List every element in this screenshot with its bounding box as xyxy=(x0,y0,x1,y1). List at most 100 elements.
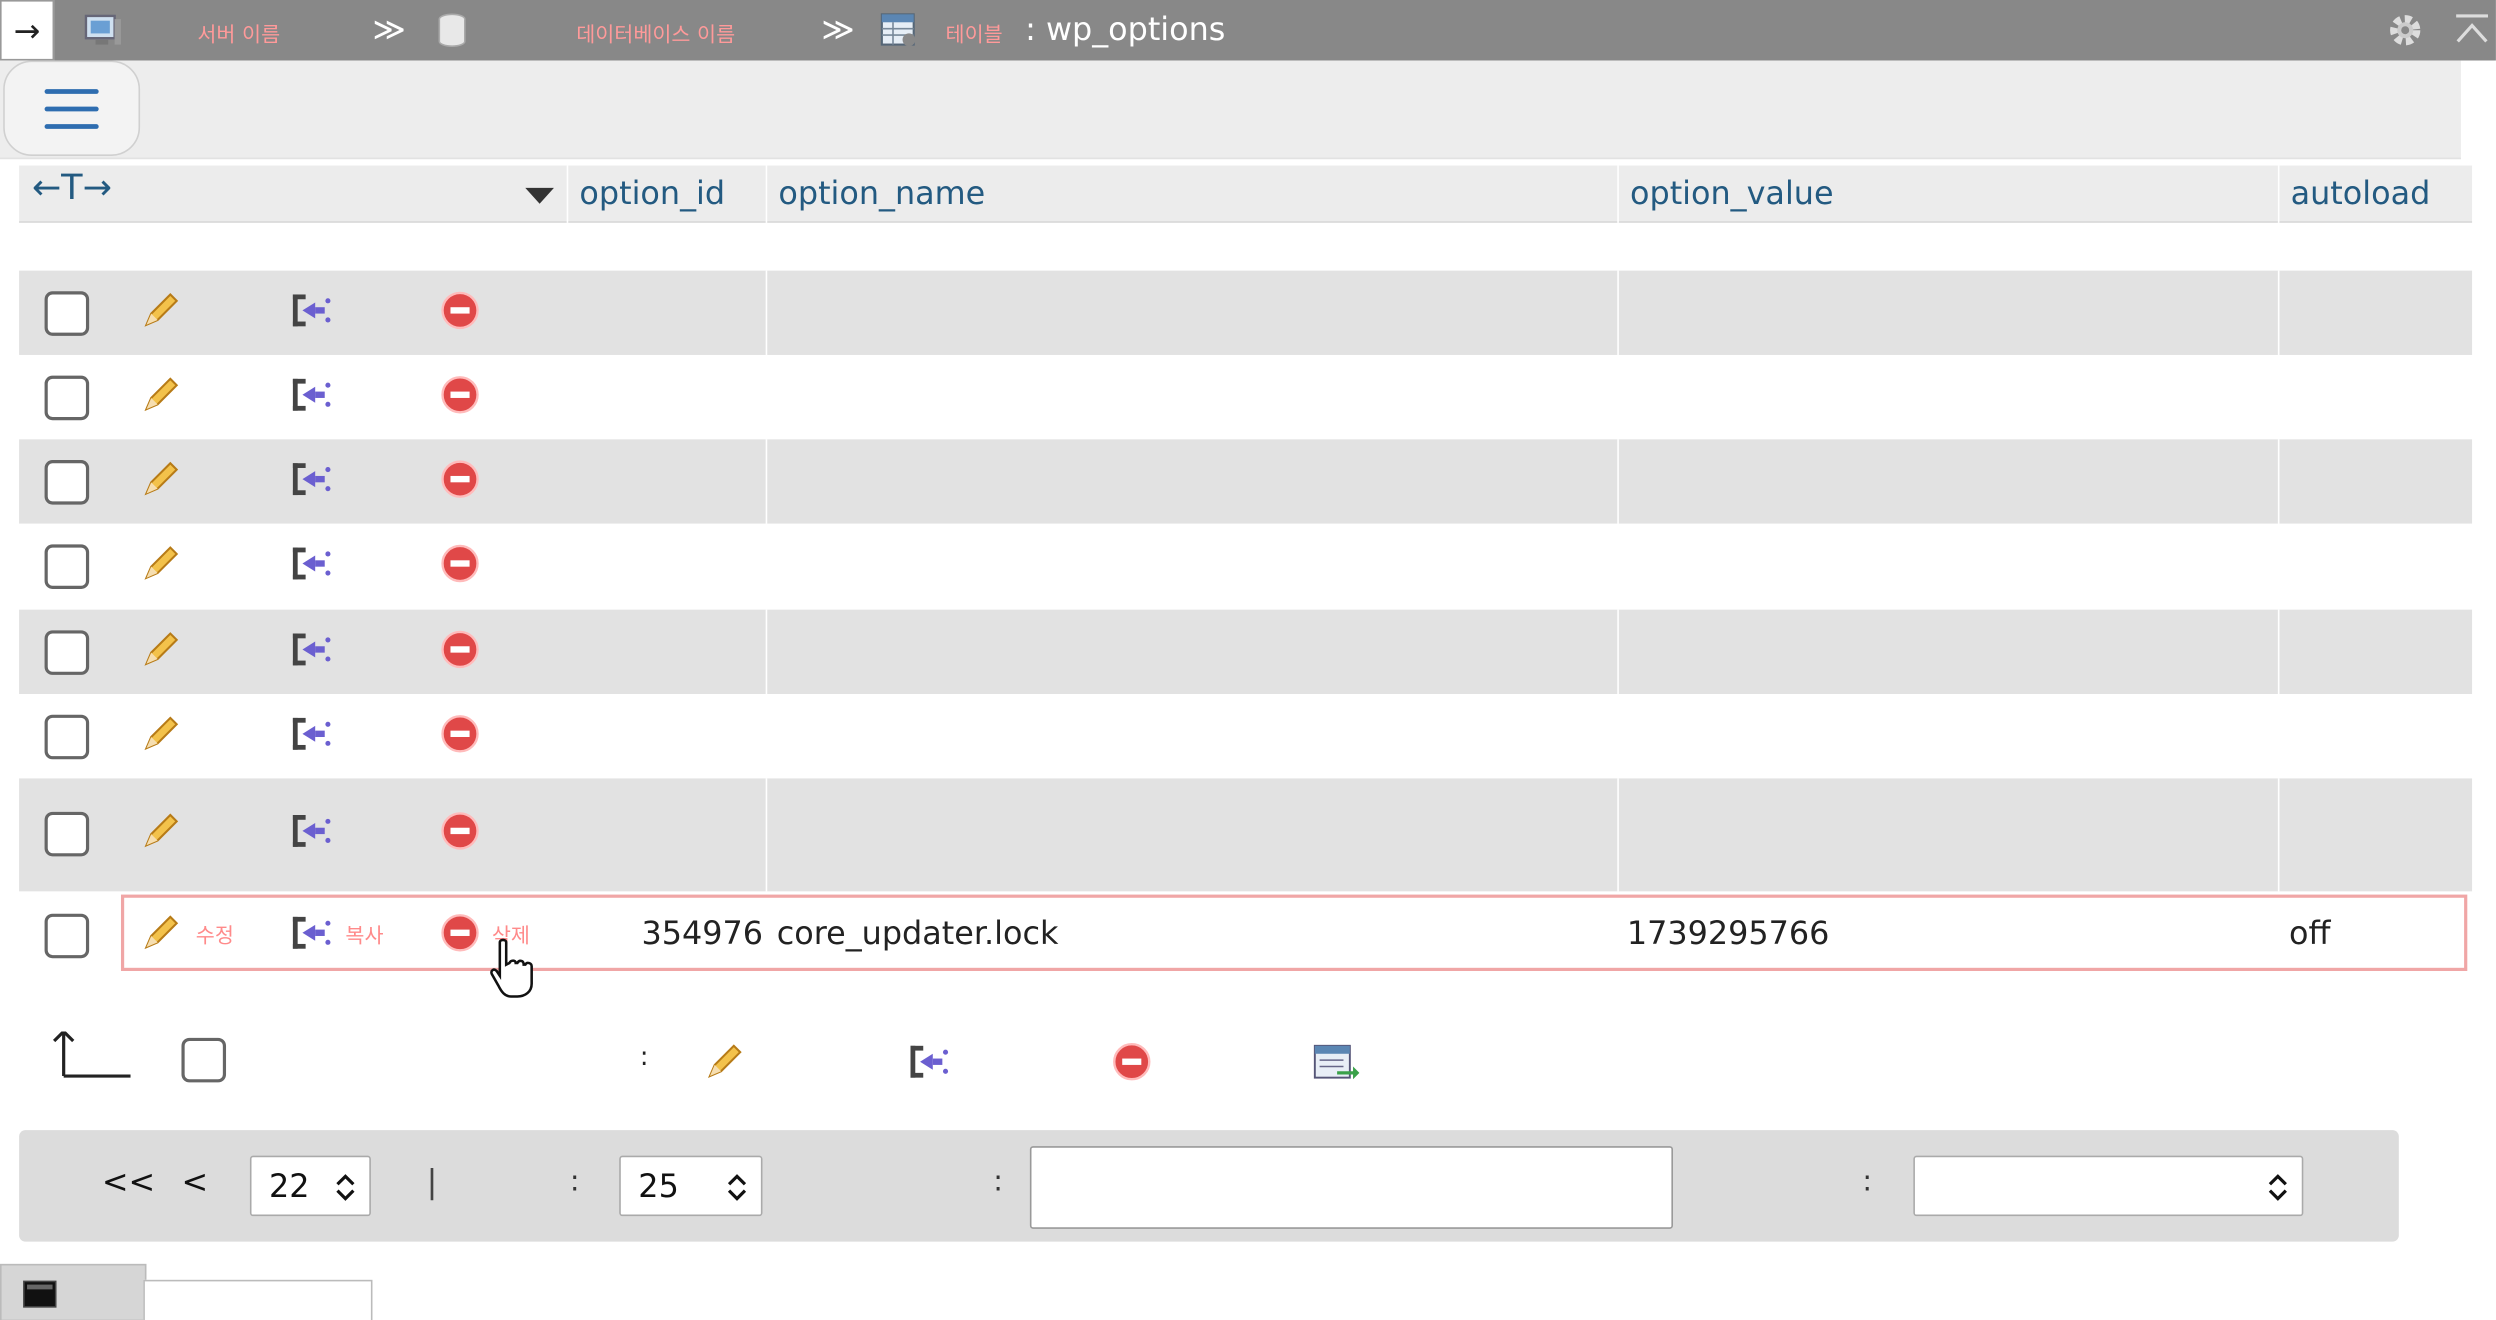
first-page-button[interactable]: << xyxy=(102,1162,155,1200)
table-row[interactable] xyxy=(19,609,2473,695)
table-row[interactable] xyxy=(19,439,2473,524)
copy-icon[interactable] xyxy=(290,810,335,851)
pencil-icon[interactable] xyxy=(140,629,181,670)
cell-option-id: 354976 xyxy=(641,913,764,952)
delete-icon[interactable] xyxy=(1111,1041,1152,1082)
menu-button[interactable] xyxy=(3,60,141,156)
bulk-colon: : xyxy=(639,1041,649,1072)
copy-icon[interactable] xyxy=(290,374,335,415)
gear-icon[interactable] xyxy=(2385,10,2426,51)
collapse-icon[interactable] xyxy=(2451,10,2492,51)
table-row xyxy=(19,222,2473,271)
copy-link[interactable]: 복사 xyxy=(345,918,383,949)
row-checkbox[interactable] xyxy=(44,460,90,505)
pencil-icon[interactable] xyxy=(140,912,181,953)
copy-icon[interactable] xyxy=(290,458,335,499)
delete-icon[interactable] xyxy=(439,810,480,851)
table-row[interactable] xyxy=(19,694,2473,779)
cell-option-value: 1739295766 xyxy=(1626,913,1830,952)
header-autoload[interactable]: autoload xyxy=(2277,165,2472,223)
column-divider xyxy=(2277,778,2280,892)
row-checkbox[interactable] xyxy=(44,913,90,959)
rows-per-page-value: 25 xyxy=(638,1166,679,1205)
sort-label-colon: : xyxy=(1862,1165,1873,1199)
page-select-value: 22 xyxy=(269,1166,310,1205)
row-checkbox[interactable] xyxy=(44,291,90,336)
copy-icon[interactable] xyxy=(290,912,335,953)
table-row-hovered[interactable]: 수정 복사 삭제 354976 core_updater.lock 173929… xyxy=(19,891,2473,998)
rows-label-colon: : xyxy=(569,1165,580,1199)
pencil-icon[interactable] xyxy=(140,543,181,584)
delete-icon[interactable] xyxy=(439,629,480,670)
table-row[interactable] xyxy=(19,270,2473,355)
server-icon xyxy=(84,14,121,45)
delete-icon[interactable] xyxy=(439,374,480,415)
pencil-icon[interactable] xyxy=(704,1041,745,1082)
copy-icon[interactable] xyxy=(907,1041,952,1082)
previous-page-button[interactable]: < xyxy=(181,1162,208,1200)
pencil-icon[interactable] xyxy=(140,810,181,851)
filter-label-colon: : xyxy=(993,1165,1003,1199)
delete-icon[interactable] xyxy=(439,912,480,953)
breadcrumb-table[interactable]: 테이블 xyxy=(946,18,1003,48)
sort-by-key-select[interactable] xyxy=(1913,1155,2304,1217)
row-checkbox[interactable] xyxy=(44,375,90,421)
pencil-icon[interactable] xyxy=(140,713,181,754)
hand-cursor-icon xyxy=(490,938,533,998)
page-select[interactable]: 22 xyxy=(249,1155,371,1217)
export-icon[interactable] xyxy=(1312,1041,1360,1082)
spinner-icon xyxy=(727,1174,747,1201)
hamburger-line xyxy=(44,123,99,129)
column-resize-arrows[interactable]: ←T→ xyxy=(32,169,112,209)
column-divider xyxy=(2277,523,2280,610)
breadcrumb-separator: ≫ xyxy=(821,9,855,48)
database-icon xyxy=(438,13,466,47)
column-divider xyxy=(1617,609,1619,695)
delete-icon[interactable] xyxy=(439,713,480,754)
edit-link[interactable]: 수정 xyxy=(196,918,234,949)
column-divider xyxy=(765,439,768,524)
hamburger-line xyxy=(44,88,99,94)
spinner-icon xyxy=(2268,1174,2287,1201)
pencil-icon[interactable] xyxy=(140,290,181,331)
pagination-bar: << < 22 | : 25 : : xyxy=(19,1130,2399,1242)
breadcrumb-server[interactable]: 서버 이름 xyxy=(197,18,280,48)
table-icon xyxy=(880,13,916,47)
copy-icon[interactable] xyxy=(290,543,335,584)
copy-icon[interactable] xyxy=(290,629,335,670)
phpmyadmin-page: → 서버 이름 ≫ 데이터베이스 이름 ≫ 테이블 : wp_options ←… xyxy=(0,0,2496,1320)
console-input[interactable] xyxy=(143,1279,373,1320)
console-tab[interactable] xyxy=(0,1263,147,1320)
console-icon xyxy=(23,1280,57,1308)
row-checkbox[interactable] xyxy=(44,811,90,857)
delete-icon[interactable] xyxy=(439,458,480,499)
row-checkbox[interactable] xyxy=(44,630,90,675)
column-divider xyxy=(765,354,768,440)
row-checkbox[interactable] xyxy=(44,544,90,589)
column-divider xyxy=(1617,778,1619,892)
pencil-icon[interactable] xyxy=(140,458,181,499)
select-all-checkbox[interactable] xyxy=(181,1037,227,1083)
copy-icon[interactable] xyxy=(290,290,335,331)
delete-icon[interactable] xyxy=(439,290,480,331)
breadcrumb-database[interactable]: 데이터베이스 이름 xyxy=(576,18,735,48)
header-option-name[interactable]: option_name xyxy=(765,165,1618,223)
column-divider xyxy=(765,778,768,892)
column-divider xyxy=(1617,694,1619,779)
column-divider xyxy=(765,609,768,695)
sort-dropdown-icon[interactable] xyxy=(525,187,554,204)
delete-icon[interactable] xyxy=(439,543,480,584)
pencil-icon[interactable] xyxy=(140,374,181,415)
table-row[interactable] xyxy=(19,354,2473,440)
rows-per-page-select[interactable]: 25 xyxy=(619,1155,763,1217)
table-row[interactable] xyxy=(19,778,2473,892)
header-option-id[interactable]: option_id xyxy=(566,165,768,223)
filter-rows-input[interactable] xyxy=(1029,1146,1673,1229)
column-divider xyxy=(765,523,768,610)
copy-icon[interactable] xyxy=(290,713,335,754)
row-checkbox[interactable] xyxy=(44,714,90,760)
table-row[interactable] xyxy=(19,523,2473,610)
toggle-navigation-button[interactable]: → xyxy=(0,0,55,61)
header-option-value[interactable]: option_value xyxy=(1617,165,2278,223)
column-divider xyxy=(1617,270,1619,355)
